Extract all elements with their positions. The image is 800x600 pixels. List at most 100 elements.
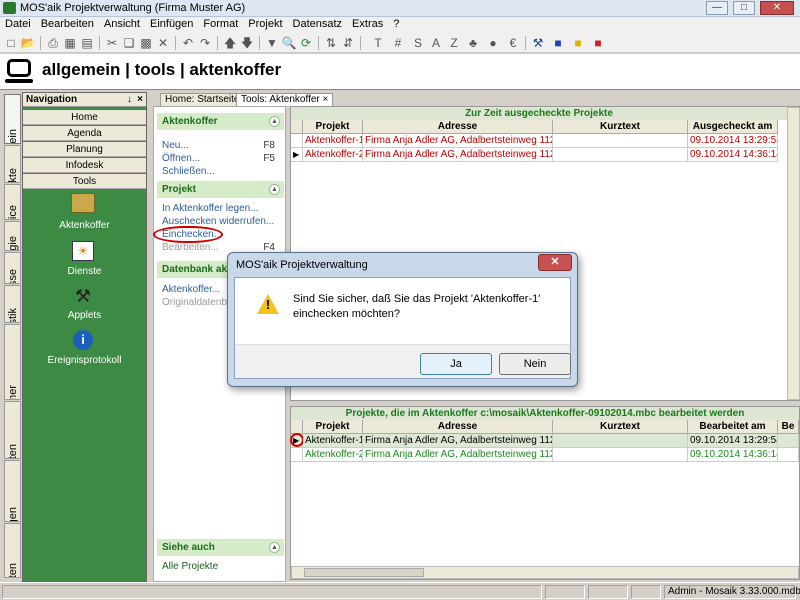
tab-home-startseite[interactable]: Home: Startseite — [160, 93, 245, 106]
menu-extras[interactable]: Extras — [347, 17, 388, 30]
new-file-icon[interactable]: □ — [3, 35, 19, 51]
euro-icon[interactable]: € — [505, 35, 521, 51]
col-projekt[interactable]: Projekt — [303, 120, 363, 134]
paste-icon[interactable]: ▩ — [138, 35, 154, 51]
vtab-stammdaten[interactable]: Stammdaten — [4, 523, 21, 578]
nav-infodesk-button[interactable]: Infodesk — [23, 158, 146, 173]
vtab-projekte[interactable]: Projekte — [4, 145, 21, 183]
briefcase-projects-grid: Projekte, die im Aktenkoffer c:\mosaik\A… — [290, 406, 800, 580]
z-icon[interactable]: Z — [446, 35, 462, 51]
menu-datei[interactable]: Datei — [0, 17, 36, 30]
text-t-icon[interactable]: T — [370, 35, 386, 51]
open-folder-icon[interactable]: 📂 — [20, 35, 36, 51]
table-row[interactable]: Aktenkoffer-2 — [303, 148, 363, 162]
col-kurztext[interactable]: Kurztext — [553, 420, 688, 434]
vtab-service[interactable]: Service — [4, 184, 21, 220]
info-icon[interactable]: i — [63, 330, 103, 350]
pin-icon[interactable]: ↓ — [127, 93, 132, 107]
redo-icon[interactable]: ↷ — [197, 35, 213, 51]
yes-button[interactable]: Ja — [420, 353, 492, 375]
maximize-button[interactable]: □ — [733, 1, 755, 15]
money-icon[interactable]: ● — [485, 35, 501, 51]
minimize-button[interactable]: — — [706, 1, 728, 15]
abc-icon[interactable]: ♣ — [465, 35, 481, 51]
task-neu[interactable]: Neu... — [162, 140, 189, 151]
col-adresse[interactable]: Adresse — [363, 120, 553, 134]
vtab-kasse[interactable]: Kasse — [4, 252, 21, 284]
vertical-scrollbar[interactable] — [787, 107, 800, 400]
tab-tools-aktenkoffer[interactable]: Tools: Aktenkoffer × — [236, 93, 334, 106]
task-alle-projekte[interactable]: Alle Projekte — [162, 561, 218, 572]
table-row[interactable]: Aktenkoffer-1 — [303, 134, 363, 148]
vtab-regie[interactable]: Regie — [4, 221, 21, 251]
vtab-subunternehmer[interactable]: Subunternehmer — [4, 324, 21, 400]
tab-close-icon[interactable]: × — [323, 94, 329, 105]
sort-asc-icon[interactable]: ⇅ — [323, 35, 339, 51]
col-adresse[interactable]: Adresse — [363, 420, 553, 434]
undo-icon[interactable]: ↶ — [180, 35, 196, 51]
col-be[interactable]: Be — [778, 420, 799, 434]
hash-icon[interactable]: # — [390, 35, 406, 51]
col-bearbeitet-am[interactable]: Bearbeitet am — [688, 420, 778, 434]
sort-desc-icon[interactable]: ⇵ — [340, 35, 356, 51]
collapse-icon[interactable]: ▲ — [269, 116, 280, 127]
s-icon[interactable]: S — [410, 35, 426, 51]
filter-icon[interactable]: ▼ — [264, 35, 280, 51]
vtab-bueroarbeiten[interactable]: Büroarbeiten — [4, 401, 21, 459]
nav-item-ereignisprotokoll[interactable]: Ereignisprotokoll — [28, 355, 141, 366]
nav-item-applets[interactable]: Applets — [28, 310, 141, 321]
task-schliessen[interactable]: Schließen... — [162, 166, 215, 177]
arrow-up-icon[interactable]: 🡅 — [222, 35, 238, 51]
arrow-down-icon[interactable]: 🡇 — [239, 35, 255, 51]
user-yellow-icon[interactable]: ■ — [570, 35, 586, 51]
menu-einfuegen[interactable]: Einfügen — [145, 17, 198, 30]
applets-icon[interactable]: ⚒ — [63, 286, 103, 307]
services-icon[interactable]: ☀ — [63, 241, 103, 261]
nav-item-dienste[interactable]: Dienste — [28, 266, 141, 277]
tools-icon[interactable]: ⚒ — [530, 35, 546, 51]
table-row[interactable]: Aktenkoffer-2 — [303, 448, 363, 462]
collapse-icon[interactable]: ▲ — [269, 184, 280, 195]
user-red-icon[interactable]: ■ — [590, 35, 606, 51]
task-aktenkoffer-db[interactable]: Aktenkoffer... — [162, 284, 220, 295]
menu-ansicht[interactable]: Ansicht — [99, 17, 145, 30]
nav-home-button[interactable]: Home — [23, 110, 146, 125]
cut-icon[interactable]: ✂ — [104, 35, 120, 51]
collapse-icon[interactable]: ▲ — [269, 542, 280, 553]
no-button[interactable]: Nein — [499, 353, 571, 375]
task-bearbeiten[interactable]: Bearbeiten... — [162, 242, 219, 253]
print-preview-icon[interactable]: ▦ — [62, 35, 78, 51]
vtab-logistik[interactable]: Logistik — [4, 285, 21, 323]
task-in-aktenkoffer-legen[interactable]: In Aktenkoffer legen... — [162, 203, 259, 214]
close-window-button[interactable]: ✕ — [760, 1, 794, 15]
col-ausgecheckt-am[interactable]: Ausgecheckt am — [688, 120, 778, 134]
refresh-icon[interactable]: ⟳ — [298, 35, 314, 51]
vtab-allgemein[interactable]: Allgemein — [4, 94, 21, 144]
menu-datensatz[interactable]: Datensatz — [288, 17, 348, 30]
menu-help[interactable]: ? — [388, 17, 404, 30]
dialog-close-button[interactable]: ✕ — [538, 254, 572, 271]
vtab-auswertungen[interactable]: Auswertungen — [4, 460, 21, 522]
row-pointer-icon[interactable]: ▶ — [291, 148, 303, 162]
task-oeffnen[interactable]: Öffnen... — [162, 153, 200, 164]
table-row[interactable]: Aktenkoffer-1 — [303, 434, 363, 448]
delete-icon[interactable]: ✕ — [155, 35, 171, 51]
col-kurztext[interactable]: Kurztext — [553, 120, 688, 134]
nav-tools-button[interactable]: Tools — [23, 174, 146, 189]
horizontal-scrollbar[interactable] — [291, 566, 799, 579]
nav-item-aktenkoffer[interactable]: Aktenkoffer — [28, 220, 141, 231]
nav-agenda-button[interactable]: Agenda — [23, 126, 146, 141]
search-icon[interactable]: 🔍 — [281, 35, 297, 51]
menu-format[interactable]: Format — [198, 17, 243, 30]
col-projekt[interactable]: Projekt — [303, 420, 363, 434]
nav-planung-button[interactable]: Planung — [23, 142, 146, 157]
preview-icon[interactable]: ▤ — [79, 35, 95, 51]
user-blue-icon[interactable]: ■ — [550, 35, 566, 51]
copy-icon[interactable]: ❏ — [121, 35, 137, 51]
menu-bearbeiten[interactable]: Bearbeiten — [36, 17, 99, 30]
briefcase-icon[interactable] — [63, 193, 103, 213]
menu-projekt[interactable]: Projekt — [243, 17, 287, 30]
a-icon[interactable]: A — [428, 35, 444, 51]
print-icon[interactable]: ⎙ — [45, 35, 61, 51]
close-icon[interactable]: × — [137, 93, 143, 107]
